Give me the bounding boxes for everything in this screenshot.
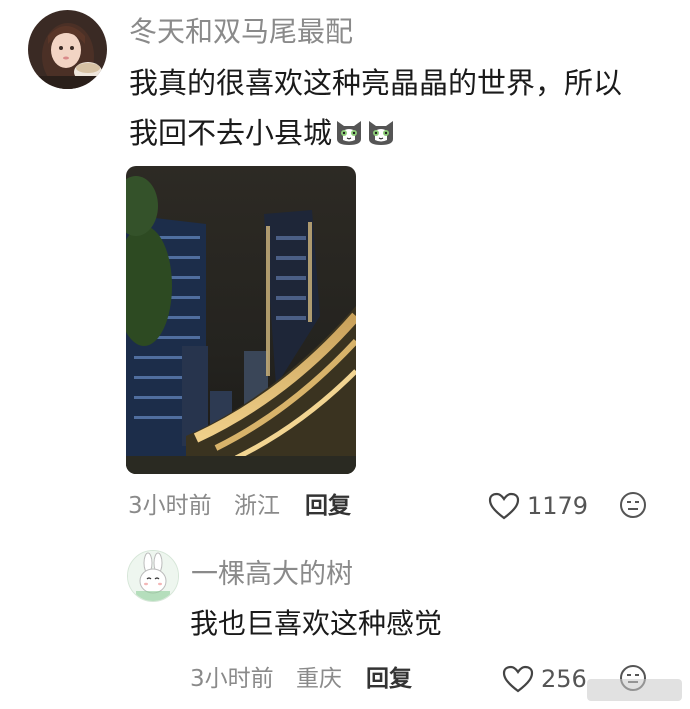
reply-button[interactable]: 回复 (305, 490, 351, 522)
like-button[interactable] (488, 492, 522, 522)
reply-location: 重庆 (296, 666, 342, 692)
reply-time: 3小时前 (190, 666, 274, 692)
reply-reply-button[interactable]: 回复 (366, 663, 412, 695)
comment-text: 我真的很喜欢这种亮晶晶的世界，所以 我回不去小县城 (129, 58, 669, 158)
comment-username[interactable]: 冬天和双马尾最配 (129, 12, 353, 52)
reply-text: 我也巨喜欢这种感觉 (190, 607, 443, 640)
city-night-photo (126, 166, 356, 474)
comment-photo[interactable] (126, 166, 356, 474)
reply-like-count: 256 (541, 665, 587, 693)
comment-time: 3小时前 (128, 493, 212, 519)
cat-face-icon (334, 112, 364, 145)
avatar[interactable] (28, 10, 107, 89)
cat-face-icon (366, 112, 396, 145)
reply-avatar[interactable] (127, 550, 179, 602)
like-count: 1179 (527, 492, 589, 520)
emoji-reaction-button[interactable] (618, 490, 650, 522)
reply-username[interactable]: 一棵高大的树 (191, 555, 353, 595)
comment-text-line1: 我真的很喜欢这种亮晶晶的世界，所以 (129, 66, 623, 100)
smiley-icon (620, 492, 646, 518)
reply-like-button[interactable] (502, 665, 536, 695)
heart-icon (502, 665, 534, 693)
bunny-avatar-icon (128, 551, 178, 601)
avatar-image (28, 10, 107, 89)
comment-text-line2-text: 我回不去小县城 (129, 116, 333, 150)
heart-icon (488, 492, 520, 520)
comment-text-line2: 我回不去小县城 (129, 108, 669, 158)
comment-location: 浙江 (234, 493, 280, 519)
watermark (587, 679, 682, 701)
